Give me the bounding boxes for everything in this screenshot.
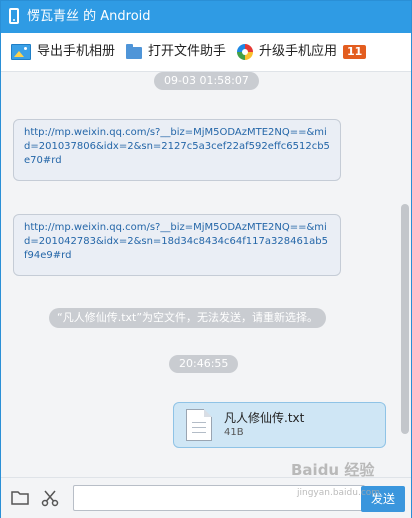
toolbar: 导出手机相册 打开文件助手 升级手机应用 11 xyxy=(1,33,411,72)
upgrade-apps-label: 升级手机应用 xyxy=(259,44,338,59)
update-count-badge: 11 xyxy=(343,44,367,59)
message-link[interactable]: http://mp.weixin.qq.com/s?__biz=MjM5ODAz… xyxy=(24,222,328,261)
message-link[interactable]: http://mp.weixin.qq.com/s?__biz=MjM5ODAz… xyxy=(24,127,330,166)
top-timestamp: 09-03 01:58:07 xyxy=(154,72,259,90)
screenshot-scissors-icon[interactable] xyxy=(41,489,59,507)
open-file-helper-button[interactable]: 打开文件助手 xyxy=(126,42,226,62)
photo-icon xyxy=(11,43,31,60)
export-photos-label: 导出手机相册 xyxy=(37,44,116,59)
chat-scrollbar[interactable] xyxy=(401,204,409,434)
file-message[interactable]: 凡人修仙传.txt 41B xyxy=(173,402,386,448)
title-bar: 愣瓦青丝 的 Android xyxy=(1,1,411,33)
watermark-url: jingyan.baidu.com xyxy=(297,488,381,498)
system-notice: “凡人修仙传.txt”为空文件，无法发送，请重新选择。 xyxy=(49,308,327,328)
file-icon xyxy=(186,409,212,441)
time-label: 20:46:55 xyxy=(169,355,239,373)
phone-icon xyxy=(9,8,19,24)
folder-button-icon[interactable] xyxy=(11,489,29,507)
app-store-icon xyxy=(237,43,253,60)
folder-icon xyxy=(126,43,142,59)
export-photos-button[interactable]: 导出手机相册 xyxy=(11,42,115,62)
chat-area[interactable]: 09-03 01:58:07 http://mp.weixin.qq.com/s… xyxy=(1,72,411,477)
open-file-helper-label: 打开文件助手 xyxy=(148,44,227,59)
message-bubble: http://mp.weixin.qq.com/s?__biz=MjM5ODAz… xyxy=(13,119,341,181)
window-title: 愣瓦青丝 的 Android xyxy=(27,9,151,24)
upgrade-apps-button[interactable]: 升级手机应用 11 xyxy=(237,42,367,62)
baidu-watermark: Baidu 经验 xyxy=(291,461,375,479)
message-bubble: http://mp.weixin.qq.com/s?__biz=MjM5ODAz… xyxy=(13,214,341,276)
file-name: 凡人修仙传.txt xyxy=(224,411,305,425)
chat-window: 愣瓦青丝 的 Android 导出手机相册 打开文件助手 升级手机应用 11 09… xyxy=(0,0,412,518)
file-size: 41B xyxy=(224,427,244,438)
